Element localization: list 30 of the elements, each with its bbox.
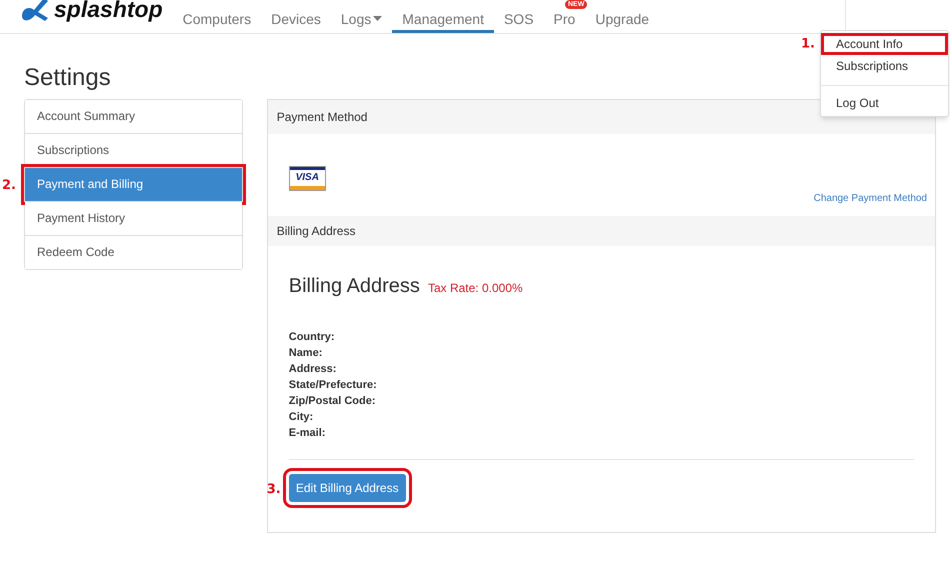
nav-link[interactable]: Computers bbox=[172, 0, 262, 33]
field-label: State/Prefecture: bbox=[288, 378, 378, 393]
callout-number: 1. bbox=[801, 35, 815, 54]
field-label: Zip/Postal Code: bbox=[288, 394, 377, 409]
edit-billing-address-button[interactable]: Edit Billing Address bbox=[288, 474, 406, 502]
nav-link[interactable]: Pro bbox=[544, 9, 586, 33]
field-label: Address: bbox=[288, 362, 338, 377]
nav-link[interactable]: Upgrade bbox=[585, 0, 660, 33]
menu-item[interactable]: Log Out bbox=[821, 92, 948, 114]
menu-item[interactable]: Account Info bbox=[821, 33, 948, 55]
visa-card-icon: VISA bbox=[288, 166, 326, 191]
menu-item[interactable]: Subscriptions bbox=[821, 55, 948, 77]
callout-number: 2. bbox=[2, 177, 16, 195]
billing-address-heading: Billing Address bbox=[288, 274, 420, 299]
field-label: Country: bbox=[288, 330, 336, 345]
tax-rate: Tax Rate: 0.000% bbox=[428, 280, 523, 297]
logo-wordmark: splashtop bbox=[54, 0, 163, 22]
field-label: Name: bbox=[288, 346, 324, 361]
nav-link[interactable]: SOS bbox=[494, 0, 544, 33]
callout-number: 3. bbox=[266, 481, 281, 499]
page-title: Settings bbox=[24, 63, 111, 93]
nav-link[interactable]: Logs bbox=[330, 0, 392, 33]
nav-link[interactable]: Devices bbox=[261, 0, 331, 33]
nav-link[interactable]: Management bbox=[392, 0, 494, 33]
change-payment-method-link[interactable]: Change Payment Method bbox=[814, 191, 927, 206]
settings-menu-item[interactable]: Payment and Billing bbox=[25, 168, 242, 201]
field-label: E-mail: bbox=[288, 426, 326, 441]
section-header: Billing Address bbox=[268, 216, 935, 246]
caret-icon bbox=[373, 16, 382, 22]
field-label: City: bbox=[288, 410, 314, 425]
